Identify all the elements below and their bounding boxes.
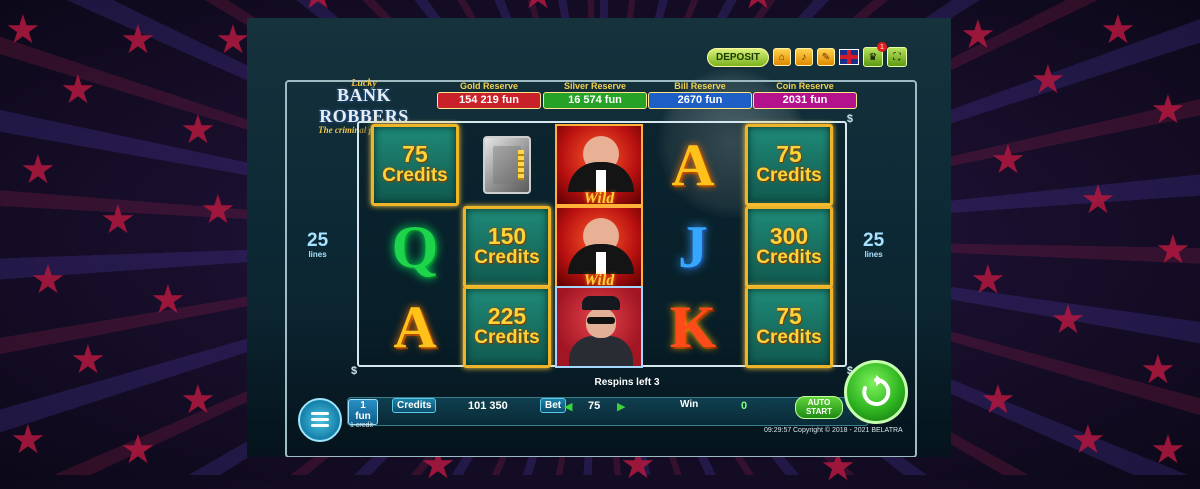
auto-start-button[interactable]: AUTO START: [795, 396, 843, 419]
credits-amount: 300: [769, 223, 809, 249]
coin-reserve-label: Coin Reserve: [776, 81, 834, 91]
lines-label: lines: [864, 250, 883, 259]
credits-symbol: 75 Credits: [371, 124, 459, 206]
lines-count: 25: [863, 230, 885, 251]
language-flag-icon[interactable]: [838, 49, 859, 65]
bill-reserve: Bill Reserve 2670 fun: [648, 81, 752, 109]
credits-symbol: 225 Credits: [463, 286, 551, 368]
top-toolbar: DEPOSIT ⌂ ♪ ✎ ♛ 1 ⛶: [707, 42, 907, 67]
letter-symbol-a: A: [371, 286, 459, 368]
credits-word: Credits: [756, 327, 822, 348]
credits-amount: 75: [776, 141, 802, 167]
respins-status: Respins left 3: [594, 377, 660, 388]
letter-glyph: A: [393, 293, 437, 360]
robber-shirt: [596, 252, 606, 274]
letter-glyph: Q: [391, 213, 439, 280]
bill-reserve-value: 2670 fun: [648, 92, 752, 109]
letter-glyph: A: [671, 131, 715, 198]
coin-reserve-value: 2031 fun: [753, 92, 857, 109]
credits-word: Credits: [756, 247, 822, 268]
credits-word: Credits: [474, 327, 540, 348]
credits-amount: 150: [487, 223, 527, 249]
deposit-button[interactable]: DEPOSIT: [707, 47, 769, 67]
fullscreen-icon[interactable]: ⛶: [886, 47, 907, 67]
robber-shirt: [596, 170, 606, 192]
game-window: DEPOSIT ⌂ ♪ ✎ ♛ 1 ⛶ Lucky BANK ROBBERS T…: [247, 18, 951, 457]
credits-value: 101 350: [468, 400, 508, 412]
silver-reserve-label: Silver Reserve: [563, 81, 627, 91]
credits-label: Credits: [392, 398, 437, 413]
credits-amount: 75: [776, 303, 802, 329]
letter-symbol-k: K: [649, 286, 737, 368]
win-label: Win: [680, 399, 699, 410]
credits-amount: 225: [487, 303, 527, 329]
silver-reserve: Silver Reserve 16 574 fun: [543, 81, 647, 109]
gold-reserve: Gold Reserve 154 219 fun: [437, 81, 541, 109]
notification-badge: 1: [876, 42, 887, 52]
bet-value: 75: [588, 400, 601, 412]
credits-amount: 75: [402, 141, 428, 167]
sound-icon[interactable]: ♪: [794, 48, 813, 66]
lines-label: lines: [308, 250, 327, 259]
letter-glyph: J: [678, 213, 708, 280]
credits-symbol: 75 Credits: [745, 286, 833, 368]
coin-value: 1: [360, 400, 366, 411]
menu-button[interactable]: [298, 398, 342, 442]
letter-symbol-j: J: [649, 206, 737, 288]
spin-arrow-icon: [862, 375, 891, 406]
wild-word: Wild: [583, 190, 615, 206]
bet-decrease-icon[interactable]: ◀: [564, 400, 572, 413]
copyright-text: Copyright © 2018 - 2021 BELATRA: [793, 427, 903, 434]
credits-word: Credits: [474, 247, 540, 268]
letter-glyph: K: [669, 293, 717, 360]
credits-symbol: 300 Credits: [745, 206, 833, 288]
lines-indicator-right: 25 lines: [863, 230, 885, 259]
officer-coat: [569, 336, 633, 366]
coin-reserve: Coin Reserve 2031 fun: [753, 81, 857, 109]
auto-start-line1: AUTO: [807, 398, 831, 407]
dollar-corner-icon: $: [351, 365, 358, 377]
credits-word: Credits: [756, 165, 822, 186]
credits-symbol: 150 Credits: [463, 206, 551, 288]
gold-reserve-label: Gold Reserve: [459, 81, 519, 91]
police-officer-symbol: [555, 286, 643, 368]
bet-label: Bet: [540, 398, 567, 413]
spin-button[interactable]: [844, 360, 908, 424]
bill-reserve-label: Bill Reserve: [674, 81, 726, 91]
wild-symbol: Wild: [555, 124, 643, 206]
silver-reserve-value: 16 574 fun: [543, 92, 647, 109]
credits-word: Credits: [382, 165, 448, 186]
bet-increase-icon[interactable]: ▶: [617, 400, 625, 413]
credits-symbol: 75 Credits: [745, 124, 833, 206]
gold-reserve-value: 154 219 fun: [437, 92, 541, 109]
rules-icon[interactable]: ✎: [816, 48, 835, 66]
auto-start-line2: START: [805, 407, 833, 416]
safe-icon: [483, 136, 531, 194]
coin-unit: fun: [355, 411, 371, 422]
gift-icon[interactable]: ♛ 1: [862, 42, 887, 67]
win-value: 0: [741, 400, 748, 412]
clock-text: 09:29:57: [764, 427, 792, 434]
home-icon[interactable]: ⌂: [772, 48, 791, 66]
police-cap-icon: [582, 296, 620, 310]
denomination-text: 1 credit: [350, 422, 373, 429]
dollar-corner-icon: $: [846, 113, 853, 125]
letter-symbol-q: Q: [371, 206, 459, 288]
sunglasses-icon: [587, 317, 615, 324]
letter-symbol-a: A: [649, 124, 737, 206]
lines-indicator-left: 25 lines: [307, 230, 329, 259]
lines-count: 25: [307, 230, 329, 251]
wild-symbol: Wild: [555, 206, 643, 288]
safe-symbol: [463, 124, 551, 206]
